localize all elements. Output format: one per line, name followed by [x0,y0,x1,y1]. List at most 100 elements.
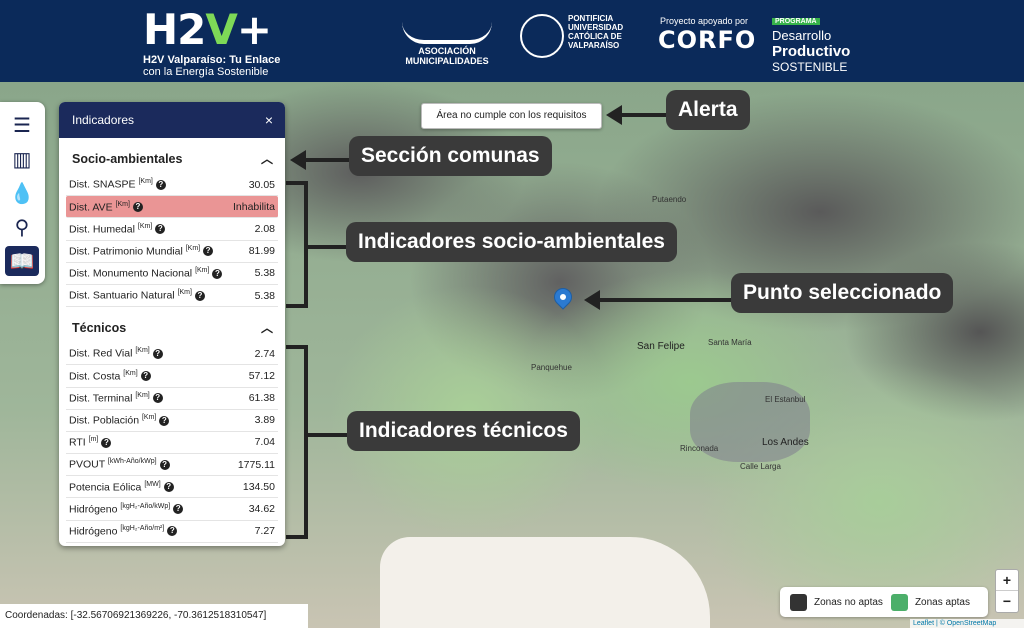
chevron-up-icon[interactable]: ︿ [261,138,273,168]
place-label: Panquehue [531,363,572,372]
sliders-icon[interactable]: ☰ [5,110,39,140]
section-tecnicos-header[interactable]: Técnicos ︿ [59,307,285,337]
help-icon[interactable]: ? [159,459,170,470]
indicator-unit: [kgH₂-Año/kWp] [120,502,171,510]
indicator-name: Potencia Eólica [MW]? [69,480,174,493]
callout-punto: Punto seleccionado [731,273,954,313]
indicator-name: Dist. Humedal [Km]? [69,222,166,235]
help-icon[interactable]: ? [173,504,184,515]
indicator-row: Potencia Eólica [MW]? 134.50 [66,476,278,499]
indicator-row: Dist. Humedal [Km]? 2.08 [66,218,278,241]
section-title: Socio-ambientales [72,152,183,166]
zoom-out-button[interactable]: − [996,591,1018,612]
indicator-unit: [Km] [123,369,138,377]
land-area [380,537,710,628]
place-label: San Felipe [637,341,685,352]
help-icon[interactable]: ? [155,179,166,190]
help-icon[interactable]: ? [163,482,174,493]
wave-icon [402,22,492,44]
alert-message: Área no cumple con los requisitos [421,103,602,129]
bar-chart-icon[interactable]: ▥ [5,144,39,174]
indicator-name: PVOUT [kWh-Año/kWp]? [69,458,170,471]
section-socio-header[interactable]: Socio-ambientales ︿ [59,138,285,168]
help-icon[interactable]: ? [203,246,214,257]
brand-subtitle-2: con la Energía Sostenible [143,66,269,78]
help-icon[interactable]: ? [101,437,112,448]
indicator-name: Dist. Terminal [Km]? [69,391,163,404]
indicator-row: Dist. Terminal [Km]? 61.38 [66,388,278,410]
help-icon[interactable]: ? [212,268,223,279]
drop-icon[interactable]: 💧 [5,178,39,208]
pucv-logo: PONTIFICIA UNIVERSIDAD CATÓLICA DE VALPA… [520,14,630,70]
municipalidades-logo: ASOCIACIÓN MUNICIPALIDADES [392,22,502,66]
legend-swatch-yes [890,593,908,611]
indicator-value: 7.04 [254,436,275,449]
zoom-control: + − [995,569,1019,613]
indicator-unit: [Km] [138,178,153,186]
indicator-value: 57.12 [248,369,275,382]
arrow-icon [606,105,668,125]
bracket-connector [308,433,348,437]
map-attribution[interactable]: Leaflet | © OpenStreetMap [910,619,1024,628]
place-label: Putaendo [652,195,687,204]
help-icon[interactable]: ? [194,290,205,301]
place-label: El Estanbul [765,395,806,404]
indicator-unit: [Km] [137,222,153,230]
zoom-in-button[interactable]: + [996,570,1018,591]
help-icon[interactable]: ? [167,526,178,537]
close-icon[interactable]: × [265,102,273,138]
callout-tecnicos: Indicadores técnicos [347,411,580,451]
callout-socio: Indicadores socio-ambientales [346,222,677,262]
indicator-value: 61.38 [248,392,275,405]
app-header: H2V+ H2V Valparaíso: Tu Enlace con la En… [0,0,1024,82]
help-icon[interactable]: ? [159,415,170,426]
indicator-value: 81.99 [248,245,275,258]
indicator-row: Dist. SNASPE [Km]? 30.05 [66,174,278,197]
corfo-logo: Proyecto apoyado por CORFO [658,16,757,54]
coordinates-readout: Coordenadas: [-32.56706921369226, -70.36… [0,604,308,628]
place-label: Santa María [708,338,752,347]
side-toolbar: ☰ ▥ 💧 ⚲ 📖 [0,102,45,284]
book-icon[interactable]: 📖 [5,246,39,276]
indicator-unit: [Km] [135,347,150,355]
indicator-name: Dist. SNASPE [Km]? [69,178,166,191]
indicator-row: Dist. Monumento Nacional [Km]? 5.38 [66,263,278,285]
callout-alerta: Alerta [666,90,750,130]
map-legend: Zonas no aptas Zonas aptas [780,587,988,617]
help-icon[interactable]: ? [132,202,143,213]
panel-title: Indicadores [72,113,135,127]
indicator-name: Dist. Monumento Nacional [Km]? [69,267,223,280]
h2v-logo: H2V+ H2V Valparaíso: Tu Enlace con la En… [143,8,280,79]
indicator-unit: [Km] [115,200,130,208]
indicator-unit: [Km] [195,267,210,275]
indicator-unit: [MW] [144,480,161,488]
indicator-unit: [Km] [141,414,157,422]
search-zoom-icon[interactable]: ⚲ [5,212,39,242]
help-icon[interactable]: ? [152,348,163,359]
place-label: Calle Larga [740,462,781,471]
indicator-row: Hidrógeno [kgH₂-Año/kWp]? 34.62 [66,498,278,521]
legend-no-label: Zonas no aptas [814,596,883,608]
indicator-value: 3.89 [254,414,275,427]
indicator-row: Dist. AVE [Km]? Inhabilita [66,196,278,219]
place-label: Los Andes [762,437,809,448]
tecnicos-rows: Dist. Red Vial [Km]? 2.74 Dist. Costa [Km]… [59,337,285,543]
legend-swatch-no [790,593,807,611]
indicator-row: Hidrógeno [kgH₂-Año/m²]? 7.27 [66,521,278,543]
arrow-icon [290,150,352,170]
help-icon[interactable]: ? [155,224,166,235]
help-icon[interactable]: ? [152,393,163,404]
indicator-value: 5.38 [254,267,275,280]
indicator-row: Dist. Costa [Km]? 57.12 [66,365,278,388]
indicator-value: 34.62 [248,503,275,516]
indicator-name: Dist. Santuario Natural [Km]? [69,289,205,302]
indicator-unit: [Km] [135,391,150,399]
help-icon[interactable]: ? [140,371,151,382]
socio-rows: Dist. SNASPE [Km]? 30.05 Dist. AVE [Km]? In… [59,168,285,308]
indicator-unit: [m] [88,436,99,444]
chevron-up-icon[interactable]: ︿ [261,307,273,337]
indicator-value: 2.08 [254,222,275,235]
indicator-row: Dist. Santuario Natural [Km]? 5.38 [66,285,278,308]
bracket-socio [286,181,308,308]
indicator-row: Dist. Patrimonio Mundial [Km]? 81.99 [66,241,278,263]
